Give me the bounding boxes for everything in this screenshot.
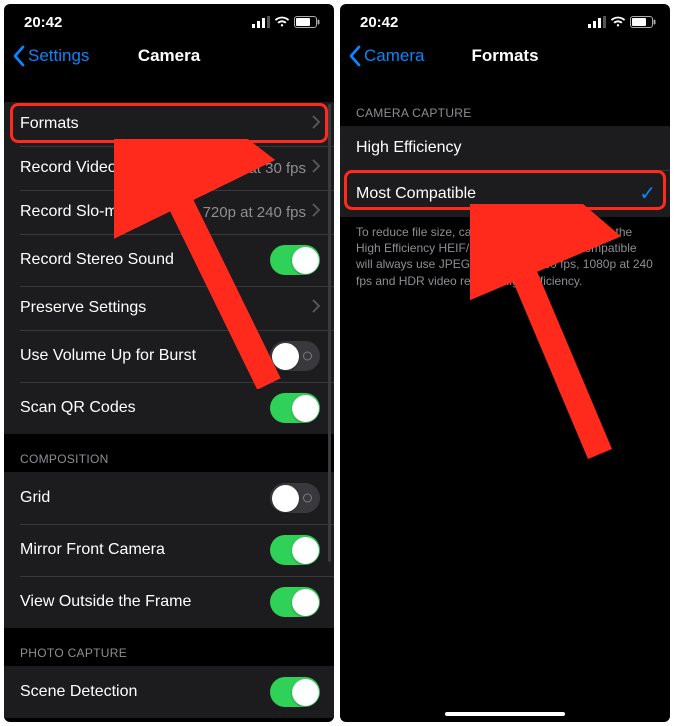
chevron-right-icon	[312, 159, 320, 177]
formats-row[interactable]: Formats	[4, 102, 334, 146]
volume-burst-row: Use Volume Up for Burst	[4, 330, 334, 382]
record-video-row[interactable]: Record Video 4K at 30 fps	[4, 146, 334, 190]
record-slomo-detail: 720p at 240 fps	[203, 203, 320, 221]
chevron-left-icon	[348, 45, 362, 67]
clock: 20:42	[360, 14, 398, 31]
formats-footer: To reduce file size, capture photos and …	[340, 217, 670, 303]
high-efficiency-label: High Efficiency	[356, 139, 462, 157]
grid-label: Grid	[20, 489, 50, 507]
outside-row: View Outside the Frame	[4, 576, 334, 628]
stereo-label: Record Stereo Sound	[20, 251, 174, 269]
preserve-row[interactable]: Preserve Settings	[4, 286, 334, 330]
record-slomo-row[interactable]: Record Slo-mo 720p at 240 fps	[4, 190, 334, 234]
stereo-toggle[interactable]	[270, 245, 320, 275]
outside-label: View Outside the Frame	[20, 593, 191, 611]
scene-footer: Automatically improve photos of various …	[4, 718, 334, 722]
photo-capture-header: Photo Capture	[4, 628, 334, 666]
chevron-left-icon	[12, 45, 26, 67]
wifi-icon	[610, 16, 626, 28]
checkmark-icon: ✓	[639, 181, 656, 206]
nav-bar: Settings Camera	[4, 34, 334, 78]
wifi-icon	[274, 16, 290, 28]
scroll-indicator[interactable]	[328, 104, 331, 562]
stereo-row: Record Stereo Sound	[4, 234, 334, 286]
camera-settings-screen: 20:42 Settings Camera Formats Record Vid…	[4, 4, 334, 722]
record-video-detail: 4K at 30 fps	[226, 159, 320, 177]
clock: 20:42	[24, 14, 62, 31]
high-efficiency-row[interactable]: High Efficiency	[340, 126, 670, 170]
grid-row: Grid	[4, 472, 334, 524]
nav-bar: Camera Formats	[340, 34, 670, 78]
composition-group: Grid Mirror Front Camera View Outside th…	[4, 472, 334, 628]
cellular-icon	[588, 16, 606, 28]
preserve-label: Preserve Settings	[20, 299, 146, 317]
status-bar: 20:42	[4, 4, 334, 34]
most-compatible-row[interactable]: Most Compatible ✓	[340, 170, 670, 217]
scene-row: Scene Detection	[4, 666, 334, 718]
most-compatible-label: Most Compatible	[356, 185, 476, 203]
photo-capture-group: Scene Detection	[4, 666, 334, 718]
formats-label: Formats	[20, 115, 79, 133]
back-button[interactable]: Settings	[12, 45, 89, 67]
cellular-icon	[252, 16, 270, 28]
volume-burst-label: Use Volume Up for Burst	[20, 347, 196, 365]
chevron-right-icon	[312, 299, 320, 318]
grid-toggle[interactable]	[270, 483, 320, 513]
back-button[interactable]: Camera	[348, 45, 424, 67]
scene-label: Scene Detection	[20, 683, 137, 701]
record-video-label: Record Video	[20, 159, 117, 177]
status-icons	[252, 16, 320, 28]
qr-toggle[interactable]	[270, 393, 320, 423]
back-label: Camera	[364, 46, 424, 66]
volume-burst-toggle[interactable]	[270, 341, 320, 371]
home-indicator[interactable]	[445, 712, 565, 716]
status-bar: 20:42	[340, 4, 670, 34]
chevron-right-icon	[312, 203, 320, 221]
mirror-toggle[interactable]	[270, 535, 320, 565]
camera-group: Formats Record Video 4K at 30 fps Record…	[4, 102, 334, 434]
battery-icon	[630, 16, 656, 28]
mirror-row: Mirror Front Camera	[4, 524, 334, 576]
status-icons	[588, 16, 656, 28]
chevron-right-icon	[312, 115, 320, 134]
qr-label: Scan QR Codes	[20, 399, 136, 417]
camera-capture-header: Camera Capture	[340, 78, 670, 126]
formats-screen: 20:42 Camera Formats Camera Capture High…	[340, 4, 670, 722]
qr-row: Scan QR Codes	[4, 382, 334, 434]
outside-toggle[interactable]	[270, 587, 320, 617]
composition-header: Composition	[4, 434, 334, 472]
record-slomo-label: Record Slo-mo	[20, 203, 127, 221]
mirror-label: Mirror Front Camera	[20, 541, 165, 559]
battery-icon	[294, 16, 320, 28]
back-label: Settings	[28, 46, 89, 66]
formats-group: High Efficiency Most Compatible ✓	[340, 126, 670, 217]
scene-toggle[interactable]	[270, 677, 320, 707]
